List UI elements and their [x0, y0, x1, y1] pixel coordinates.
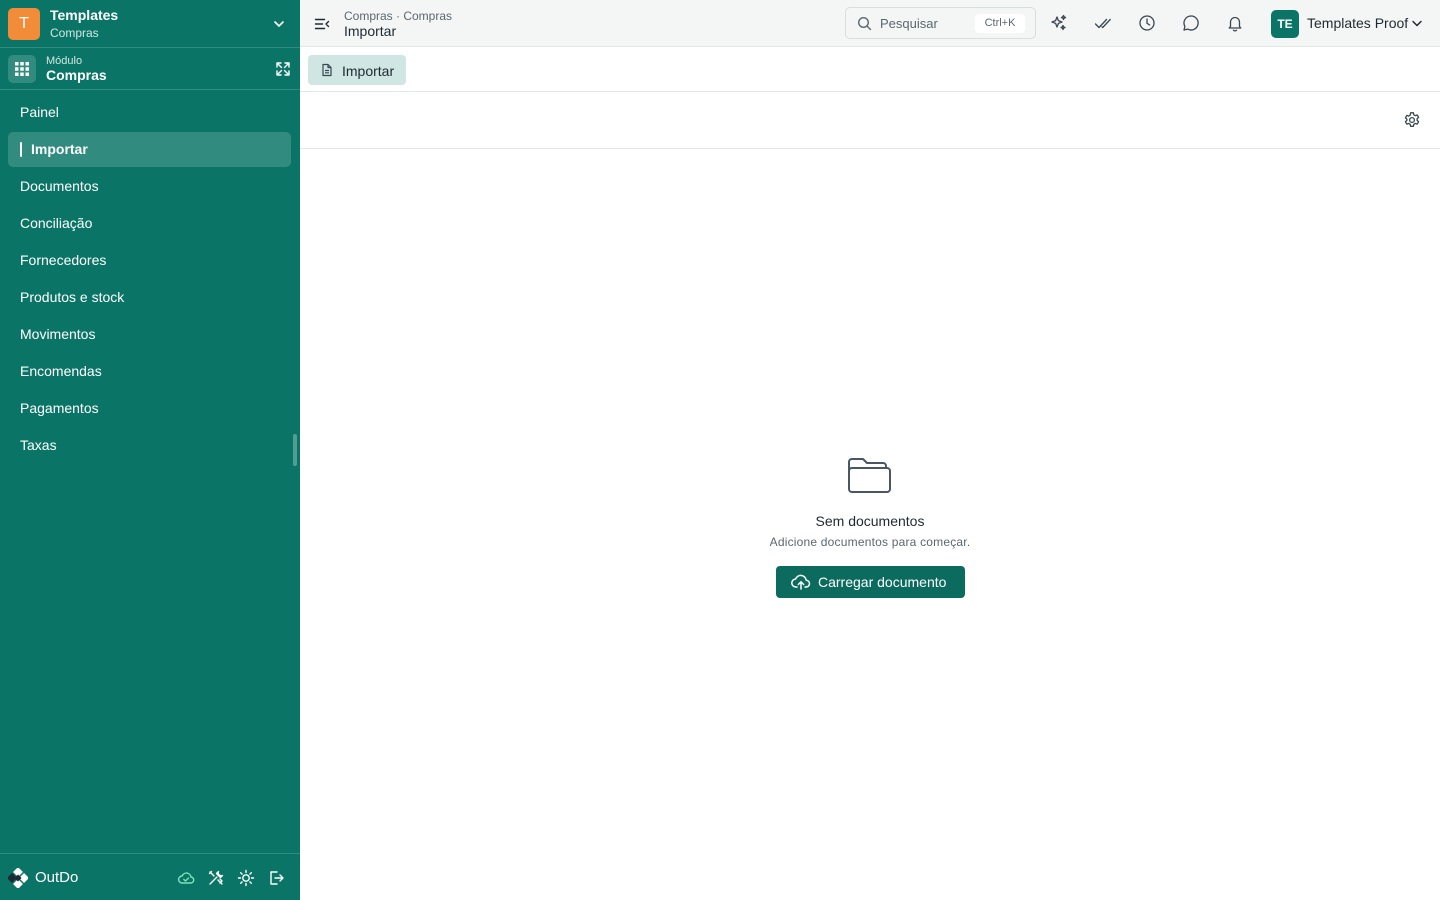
- sidebar-item-label: Documentos: [20, 178, 99, 194]
- search-icon: [857, 16, 872, 31]
- module-switcher[interactable]: Módulo Compras: [0, 48, 300, 90]
- sidebar-item-label: Fornecedores: [20, 252, 107, 268]
- module-label: Módulo: [46, 55, 83, 67]
- empty-state-title: Sem documentos: [815, 513, 925, 529]
- upload-button-label: Carregar documento: [818, 574, 947, 590]
- active-indicator: [20, 142, 22, 157]
- document-icon: [322, 63, 332, 77]
- sidebar-item-painel[interactable]: Painel: [0, 94, 300, 131]
- sidebar-item-taxas[interactable]: Taxas: [0, 427, 300, 464]
- sidebar-item-documentos[interactable]: Documentos: [0, 168, 300, 205]
- sidebar-item-label: Conciliação: [20, 215, 93, 231]
- tools-icon[interactable]: [207, 869, 225, 887]
- sidebar-item-label: Painel: [20, 104, 59, 120]
- breadcrumb[interactable]: Compras · Compras: [344, 9, 452, 23]
- sidebar-item-pagamentos[interactable]: Pagamentos: [0, 390, 300, 427]
- chevron-down-icon[interactable]: [271, 16, 287, 32]
- collapse-menu-icon[interactable]: [314, 16, 330, 32]
- org-avatar: T: [8, 8, 40, 40]
- sidebar-item-label: Taxas: [20, 437, 57, 453]
- tab-bar: Importar: [300, 48, 1440, 92]
- sidebar-item-movimentos[interactable]: Movimentos: [0, 316, 300, 353]
- empty-state-subtitle: Adicione documentos para começar.: [769, 535, 971, 549]
- org-switcher[interactable]: T Templates Compras: [0, 0, 300, 48]
- cloud-upload-icon: [791, 574, 811, 590]
- cloud-check-icon[interactable]: [177, 869, 195, 887]
- topbar: Compras · Compras Importar Ctrl+K TE Tem…: [300, 0, 1440, 47]
- sidebar: T Templates Compras Módulo Compras Paine…: [0, 0, 300, 900]
- sidebar-item-label: Produtos e stock: [20, 289, 125, 305]
- content-toolbar: [300, 92, 1440, 149]
- chevron-down-icon[interactable]: [1410, 16, 1424, 30]
- module-name: Compras: [46, 67, 107, 83]
- tab-label: Importar: [342, 63, 395, 79]
- sidebar-nav: Painel Importar Documentos Conciliação F…: [0, 94, 300, 464]
- bell-icon[interactable]: [1226, 14, 1244, 32]
- sidebar-item-label: Encomendas: [20, 363, 102, 379]
- sidebar-item-label: Importar: [31, 141, 88, 157]
- sidebar-item-produtos-e-stock[interactable]: Produtos e stock: [0, 279, 300, 316]
- sidebar-item-conciliacao[interactable]: Conciliação: [0, 205, 300, 242]
- user-avatar[interactable]: TE: [1271, 10, 1299, 38]
- outdo-logo-icon: [8, 868, 28, 888]
- clock-icon[interactable]: [1138, 14, 1156, 32]
- settings-gear-icon[interactable]: [1403, 111, 1421, 129]
- sidebar-item-label: Pagamentos: [20, 400, 99, 416]
- tab-importar[interactable]: Importar: [308, 55, 406, 85]
- folder-open-icon: [848, 458, 891, 493]
- chat-icon[interactable]: [1182, 14, 1200, 32]
- sun-icon[interactable]: [237, 869, 255, 887]
- brand-name: OutDo: [35, 869, 79, 886]
- search-shortcut: Ctrl+K: [975, 14, 1025, 33]
- sidebar-item-label: Movimentos: [20, 326, 96, 342]
- sidebar-item-importar[interactable]: Importar: [8, 132, 291, 167]
- sparkles-icon[interactable]: [1050, 14, 1068, 32]
- page-title: Importar: [344, 23, 397, 39]
- search-box[interactable]: Ctrl+K: [845, 7, 1036, 39]
- search-input[interactable]: [880, 14, 972, 32]
- upload-document-button[interactable]: Carregar documento: [776, 566, 965, 598]
- sidebar-resize-handle[interactable]: [293, 434, 297, 466]
- grid-icon: [8, 55, 36, 83]
- org-subtitle: Compras: [50, 26, 99, 40]
- org-name: Templates: [50, 7, 119, 23]
- empty-state: Sem documentos Adicione documentos para …: [300, 149, 1440, 900]
- sidebar-footer: OutDo: [0, 853, 300, 900]
- double-check-icon[interactable]: [1094, 14, 1112, 32]
- sidebar-item-encomendas[interactable]: Encomendas: [0, 353, 300, 390]
- logout-icon[interactable]: [267, 869, 285, 887]
- user-name[interactable]: Templates Proof: [1307, 15, 1408, 31]
- sidebar-item-fornecedores[interactable]: Fornecedores: [0, 242, 300, 279]
- expand-icon[interactable]: [275, 61, 291, 77]
